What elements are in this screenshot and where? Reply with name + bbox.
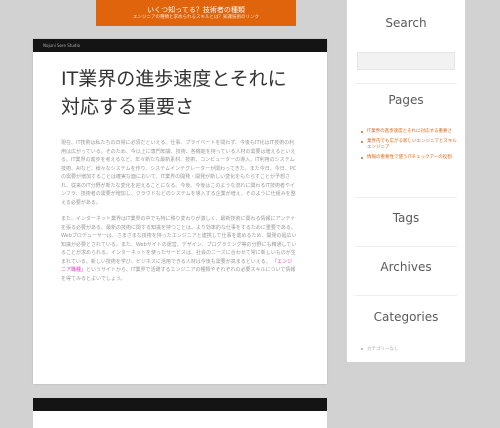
article-body: 現在、IT技術は私たちの日常に必須だといえる。仕事、プライベートを問わず、今後も… xyxy=(61,139,297,283)
article-card-next xyxy=(33,398,327,428)
divider xyxy=(355,246,457,247)
divider xyxy=(355,295,457,296)
archives-widget-title: Archives xyxy=(380,260,432,274)
page-link[interactable]: 業界内でも広がる新しいエンジニアとスキルエンジニア xyxy=(361,139,459,152)
category-link[interactable]: カテゴリーなし xyxy=(361,346,399,352)
divider xyxy=(355,197,457,198)
categories-widget-title: Categories xyxy=(373,310,439,324)
article-topbar: Nojuni Sore Studio xyxy=(33,39,327,52)
site-title[interactable]: いくつ知ってる？技術者の種類 xyxy=(96,0,296,15)
page-link[interactable]: IT業界の進歩速度とそれに対応する重要さ xyxy=(361,129,459,136)
article-title[interactable]: IT業界の進歩速度とそれに対応する重要さ xyxy=(61,65,297,121)
article-paragraph: 現在、IT技術は私たちの日常に必須だといえる。仕事、プライベートを問わず、今後も… xyxy=(61,140,297,206)
tags-widget-title: Tags xyxy=(392,211,420,225)
article-card: Nojuni Sore Studio IT業界の進歩速度とそれに対応する重要さ … xyxy=(33,39,327,384)
paragraph-text: というサイトから、IT業界で活躍するエンジニアの種類やそれぞれの必要スキルについ… xyxy=(61,267,296,282)
search-widget-title: Search xyxy=(385,16,427,30)
search-input[interactable] xyxy=(357,52,455,70)
page-link[interactable]: 情報の重要性で使うITチェックアーの役割 xyxy=(361,155,459,162)
sidebar: Search Pages IT業界の進歩速度とそれに対応する重要さ 業界内でも広… xyxy=(347,0,465,362)
pages-widget-title: Pages xyxy=(388,93,424,107)
divider xyxy=(355,83,457,84)
article-topbar xyxy=(33,398,327,411)
paragraph-text: また、インターネット業界はIT業界の中でも特に移り変わりが激しく、最新技術に関わ… xyxy=(61,216,297,265)
site-header: いくつ知ってる？技術者の種類 エンジニアの種類と求められるスキルとは？知識技術の… xyxy=(96,0,296,26)
site-tagline: エンジニアの種類と求められるスキルとは？知識技術のリンク xyxy=(133,15,259,20)
article-paragraph: また、インターネット業界はIT業界の中でも特に移り変わりが激しく、最新技術に関わ… xyxy=(61,215,297,283)
pages-list: IT業界の進歩速度とそれに対応する重要さ 業界内でも広がる新しいエンジニアとスキ… xyxy=(361,129,459,164)
